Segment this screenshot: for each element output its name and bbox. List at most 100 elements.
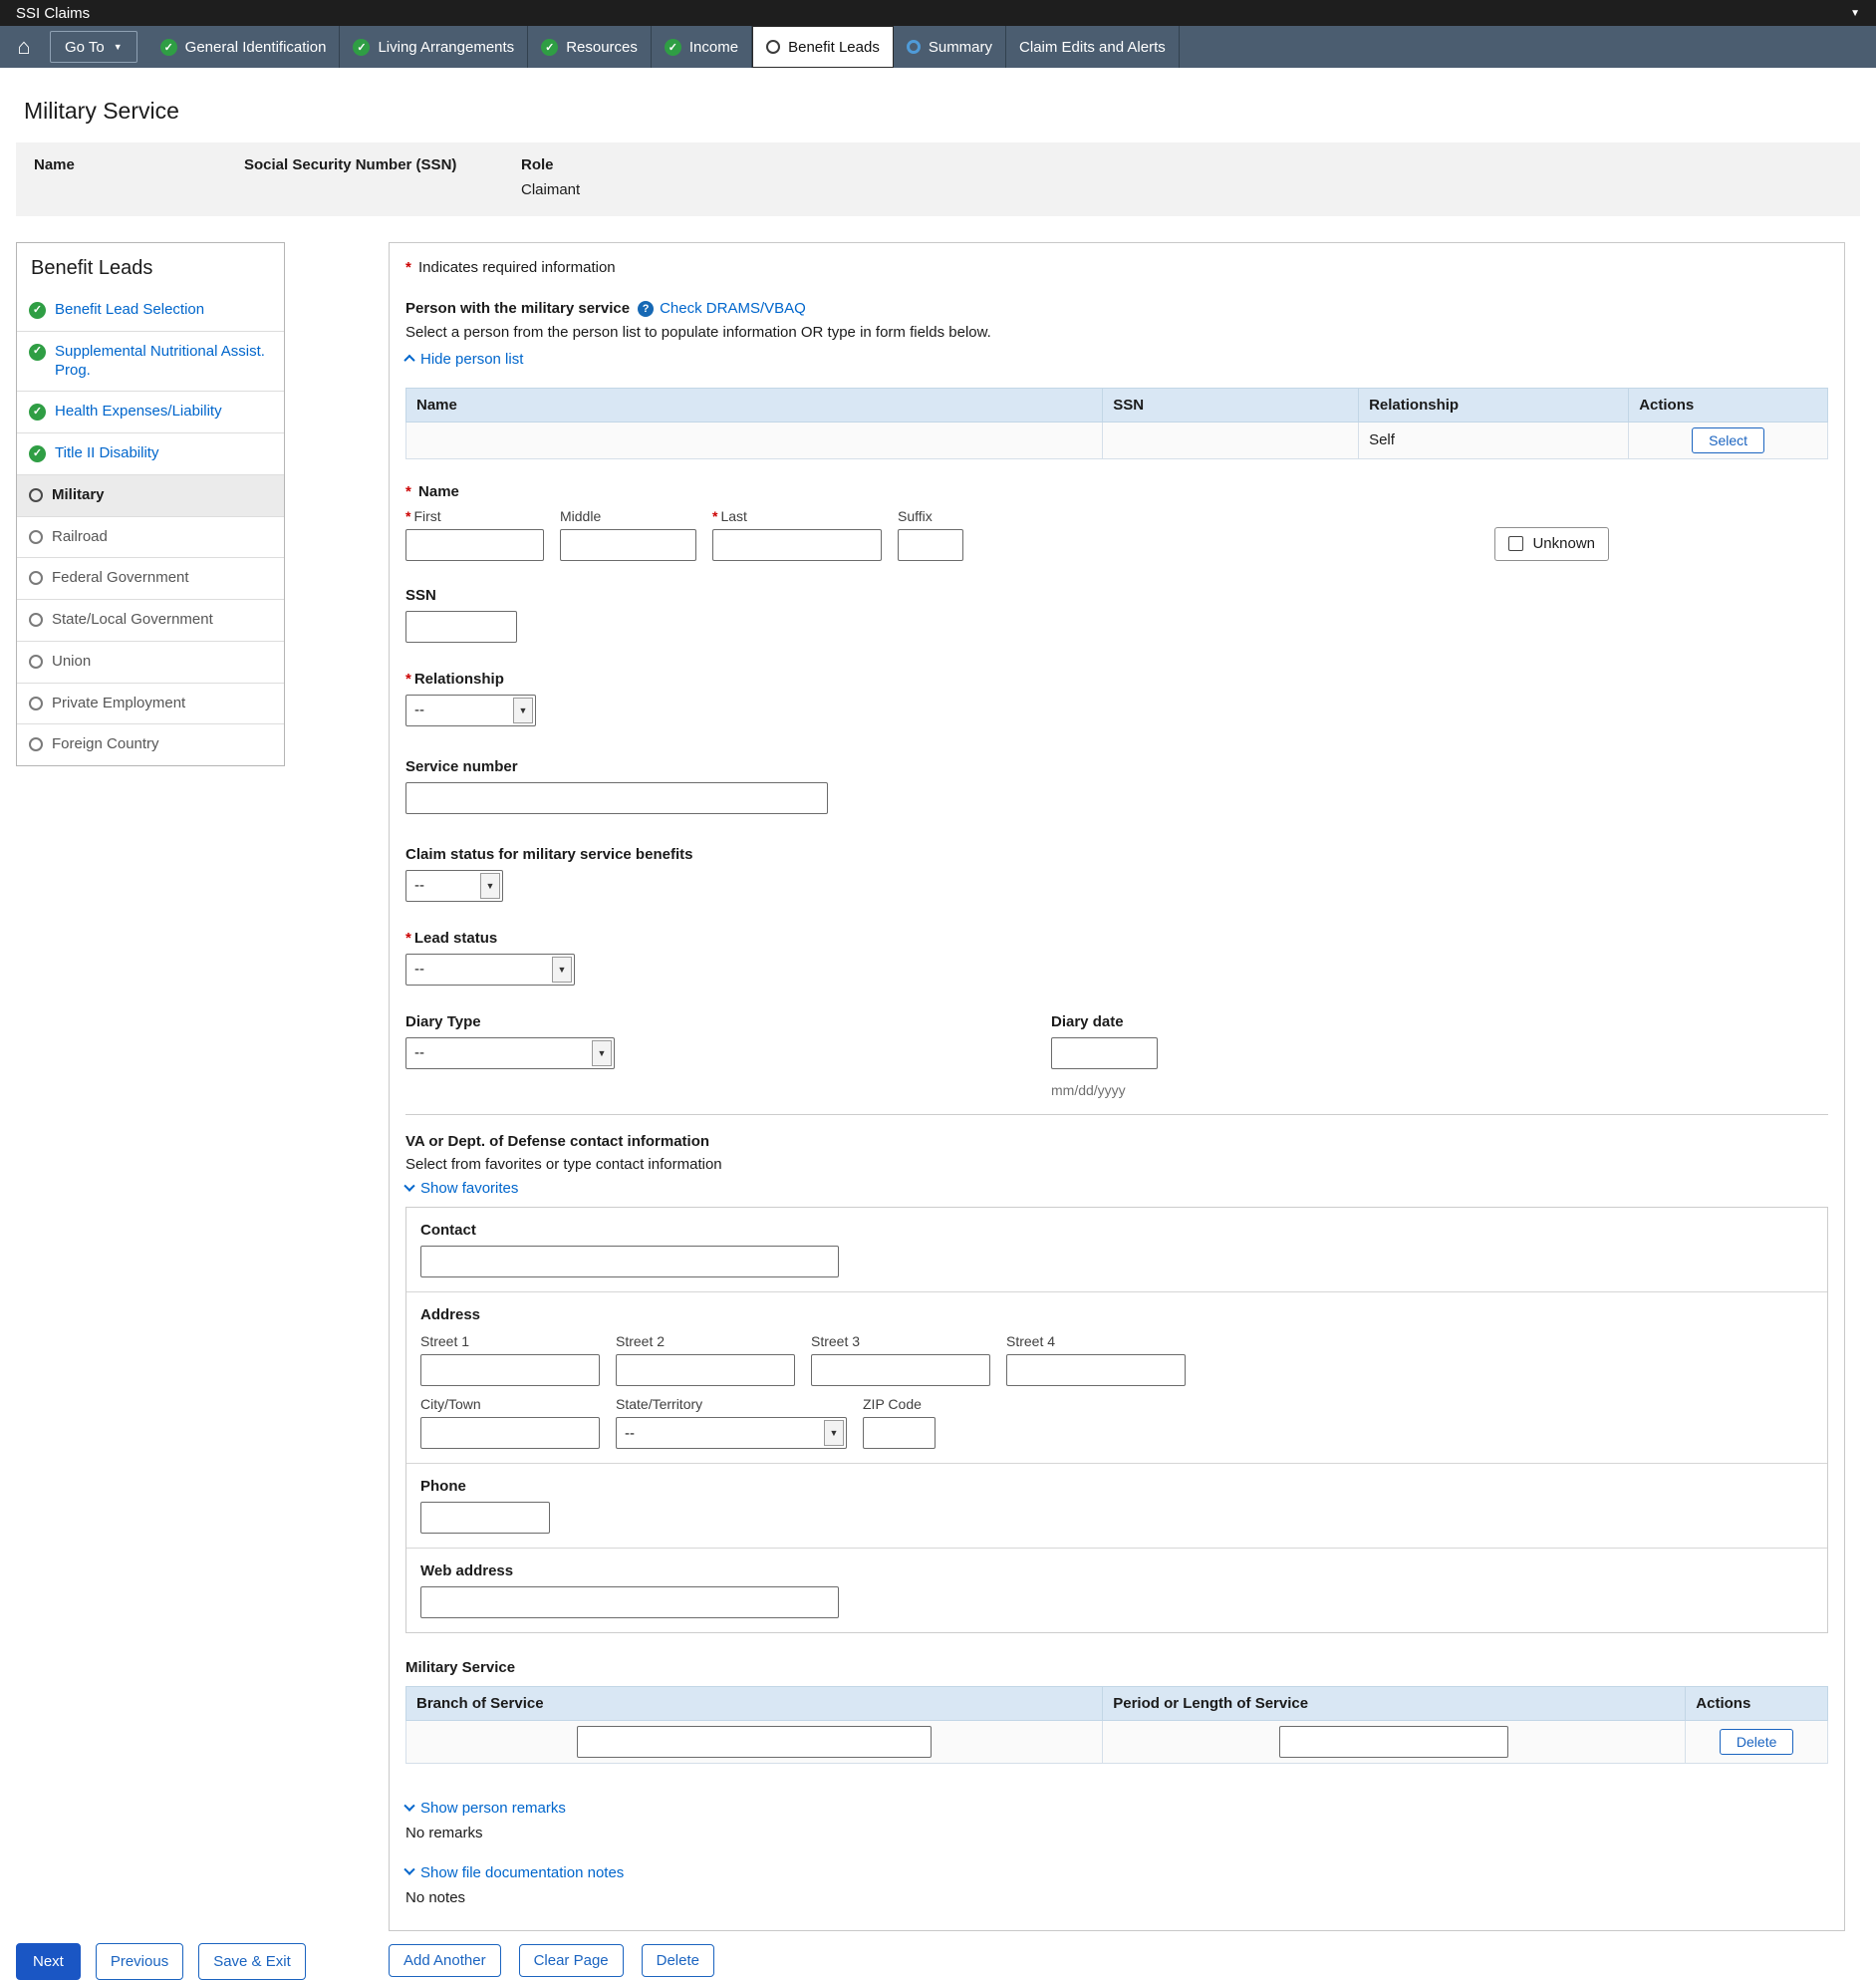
check-circle-icon: ✓ [664, 38, 681, 56]
branch-of-service-input[interactable] [577, 1726, 933, 1758]
tab-claim-edits-and-alerts[interactable]: Claim Edits and Alerts [1006, 26, 1180, 68]
contact-input[interactable] [420, 1246, 839, 1277]
diary-date-hint: mm/dd/yyyy [1051, 1081, 1126, 1098]
column-header-period: Period or Length of Service [1102, 1686, 1687, 1721]
lead-status-label: * Lead status [405, 929, 498, 947]
radio-circle-icon [29, 487, 43, 502]
sidebar-item-state-local-government[interactable]: State/Local Government [17, 599, 284, 641]
sidebar-item-military[interactable]: Military [17, 473, 284, 516]
radio-circle-icon [29, 529, 43, 544]
check-circle-icon: ✓ [29, 302, 46, 319]
street2-input[interactable] [616, 1354, 795, 1386]
tab-living-arrangements[interactable]: ✓ Living Arrangements [340, 26, 529, 68]
sidebar-item-foreign-country[interactable]: Foreign Country [17, 723, 284, 765]
sidebar-item-label: Military [52, 485, 105, 503]
military-form-panel: * Indicates required information Person … [389, 242, 1845, 1931]
period-of-service-input[interactable] [1279, 1726, 1509, 1758]
column-header-relationship: Relationship [1358, 387, 1630, 423]
contact-info-box: Contact Address Street 1 Street 2 Street… [405, 1207, 1828, 1633]
chevron-up-icon [403, 354, 415, 367]
service-number-input[interactable] [405, 781, 828, 814]
sidebar-item-health-expenses[interactable]: ✓ Health Expenses/Liability [17, 391, 284, 432]
show-file-notes-link[interactable]: Show file documentation notes [403, 1863, 624, 1881]
first-name-input[interactable] [405, 528, 544, 561]
street4-input[interactable] [1006, 1354, 1186, 1386]
info-icon[interactable]: ? [638, 300, 655, 317]
radio-circle-icon [29, 613, 43, 627]
phone-input[interactable] [420, 1502, 550, 1534]
phone-label: Phone [420, 1478, 466, 1495]
show-favorites-link[interactable]: Show favorites [403, 1180, 518, 1197]
caret-down-icon[interactable]: ▼ [1850, 8, 1860, 19]
state-select[interactable]: -- ▼ [616, 1417, 847, 1449]
middle-name-input[interactable] [560, 528, 696, 561]
delete-row-button[interactable]: Delete [1719, 1729, 1794, 1755]
dropdown-arrow-icon: ▼ [552, 956, 572, 983]
web-address-label: Web address [420, 1562, 514, 1579]
suffix-input[interactable] [898, 528, 963, 561]
address-heading: Address [420, 1306, 481, 1323]
hide-person-list-link[interactable]: Hide person list [403, 351, 523, 368]
sidebar-item-label: Federal Government [52, 569, 189, 587]
last-name-input[interactable] [712, 528, 882, 561]
tab-label: General Identification [184, 38, 327, 56]
tab-benefit-leads[interactable]: Benefit Leads [752, 26, 894, 68]
select-person-button[interactable]: Select [1692, 426, 1765, 453]
progress-circle-icon [906, 40, 921, 54]
street3-input[interactable] [811, 1354, 990, 1386]
unknown-checkbox[interactable]: Unknown [1494, 526, 1609, 561]
street4-label: Street 4 [1006, 1333, 1056, 1349]
no-remarks-text: No remarks [405, 1825, 483, 1841]
tab-general-identification[interactable]: ✓ General Identification [147, 26, 341, 68]
home-button[interactable]: ⌂ [0, 26, 48, 68]
diary-date-input[interactable] [1051, 1036, 1158, 1069]
web-address-input[interactable] [420, 1586, 839, 1618]
street1-input[interactable] [420, 1354, 600, 1386]
claim-status-select[interactable]: -- ▼ [405, 869, 503, 902]
benefit-leads-sidebar: Benefit Leads ✓ Benefit Lead Selection ✓… [16, 242, 285, 766]
previous-button[interactable]: Previous [95, 1943, 184, 1980]
sidebar-item-railroad[interactable]: Railroad [17, 515, 284, 558]
city-input[interactable] [420, 1417, 600, 1449]
role-value: Claimant [521, 181, 581, 198]
column-header-actions: Actions [1685, 1686, 1828, 1721]
show-person-remarks-link[interactable]: Show person remarks [403, 1800, 566, 1817]
sidebar-item-federal-government[interactable]: Federal Government [17, 557, 284, 599]
tab-resources[interactable]: ✓ Resources [528, 26, 652, 68]
person-row-relationship: Self [1358, 421, 1630, 459]
unknown-label: Unknown [1532, 535, 1595, 552]
tab-summary[interactable]: Summary [894, 26, 1007, 68]
sidebar-item-title-ii-disability[interactable]: ✓ Title II Disability [17, 432, 284, 474]
suffix-label: Suffix [898, 507, 933, 524]
caret-down-icon: ▼ [113, 42, 123, 52]
check-drams-link[interactable]: Check DRAMS/VBAQ [660, 300, 806, 317]
person-list-table: Name SSN Relationship Actions Self Selec… [404, 387, 1828, 459]
ssn-input[interactable] [405, 610, 517, 643]
goto-dropdown[interactable]: Go To ▼ [50, 31, 137, 63]
save-exit-button[interactable]: Save & Exit [198, 1943, 306, 1980]
sidebar-item-benefit-lead-selection[interactable]: ✓ Benefit Lead Selection [17, 290, 284, 331]
tab-income[interactable]: ✓ Income [652, 26, 753, 68]
section-divider [405, 1113, 1828, 1115]
name-group-label: Name [418, 482, 459, 500]
sidebar-item-private-employment[interactable]: Private Employment [17, 682, 284, 724]
next-button[interactable]: Next [16, 1943, 81, 1980]
sidebar-item-supplemental-nutritional[interactable]: ✓ Supplemental Nutritional Assist. Prog. [17, 330, 284, 392]
app-header: SSI Claims ▼ [0, 0, 1876, 26]
person-summary-band: Name Social Security Number (SSN) Role C… [16, 142, 1860, 216]
radio-circle-icon [29, 737, 43, 752]
sidebar-item-label: Railroad [52, 527, 108, 545]
diary-type-select[interactable]: -- ▼ [405, 1036, 615, 1069]
clear-page-button[interactable]: Clear Page [518, 1943, 624, 1977]
add-another-button[interactable]: Add Another [389, 1943, 501, 1977]
lead-status-select[interactable]: -- ▼ [405, 953, 575, 986]
zip-input[interactable] [863, 1417, 936, 1449]
page-title: Military Service [24, 98, 179, 124]
page-action-bar: Next Previous Save & Exit [16, 1943, 306, 1980]
delete-button[interactable]: Delete [641, 1943, 714, 1977]
tab-label: Benefit Leads [788, 38, 880, 56]
relationship-select[interactable]: -- ▼ [405, 694, 536, 726]
chevron-down-icon [403, 1863, 415, 1875]
sidebar-item-union[interactable]: Union [17, 640, 284, 683]
service-number-label: Service number [405, 757, 518, 775]
